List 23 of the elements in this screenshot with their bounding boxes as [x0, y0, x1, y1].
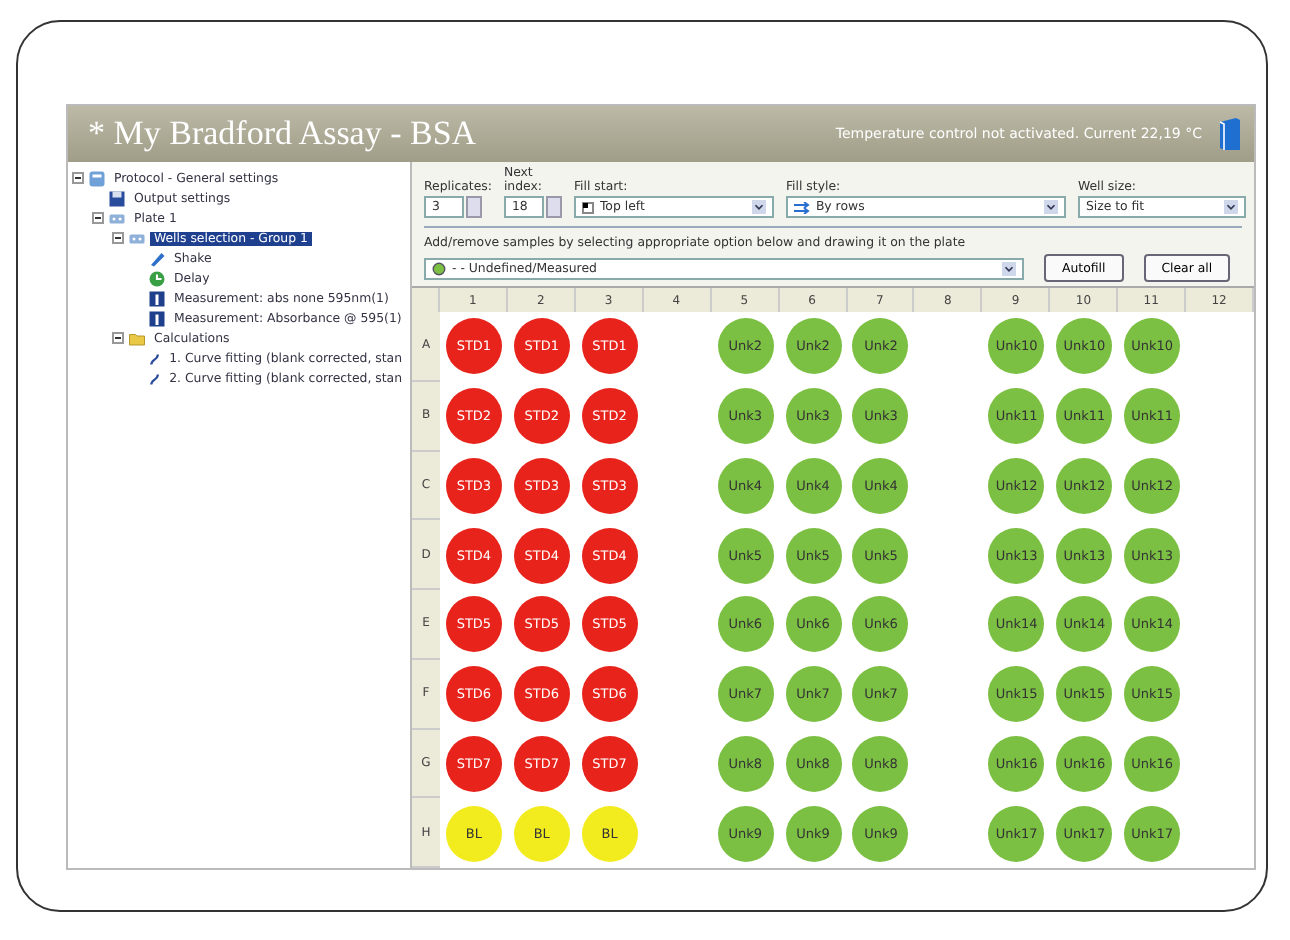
document-icon — [88, 169, 106, 187]
clock-icon — [148, 269, 166, 287]
window-title: * My Bradford Assay - BSA — [88, 114, 479, 154]
folder-icon — [128, 329, 146, 347]
dropdown-arrow-icon — [1223, 200, 1238, 214]
collapse-toggle[interactable] — [112, 232, 124, 244]
bar-icon — [148, 289, 166, 307]
header-corner — [412, 288, 440, 312]
plate-icon — [128, 229, 146, 247]
dropdown-arrow-icon — [751, 200, 766, 214]
rows-arrow-icon — [793, 201, 810, 213]
book-icon[interactable] — [1218, 116, 1242, 152]
dropdown-arrow-icon — [1002, 261, 1016, 275]
bar-icon — [148, 309, 166, 327]
collapse-toggle[interactable] — [92, 212, 104, 224]
collapse-toggle[interactable] — [72, 172, 84, 184]
pen-icon — [148, 249, 166, 267]
collapse-toggle[interactable] — [112, 332, 124, 344]
spin-button[interactable] — [545, 196, 562, 218]
sample-dot-icon — [432, 261, 446, 275]
dropdown-arrow-icon — [1043, 200, 1058, 214]
plate-icon — [108, 209, 126, 227]
corner-icon — [581, 201, 594, 213]
